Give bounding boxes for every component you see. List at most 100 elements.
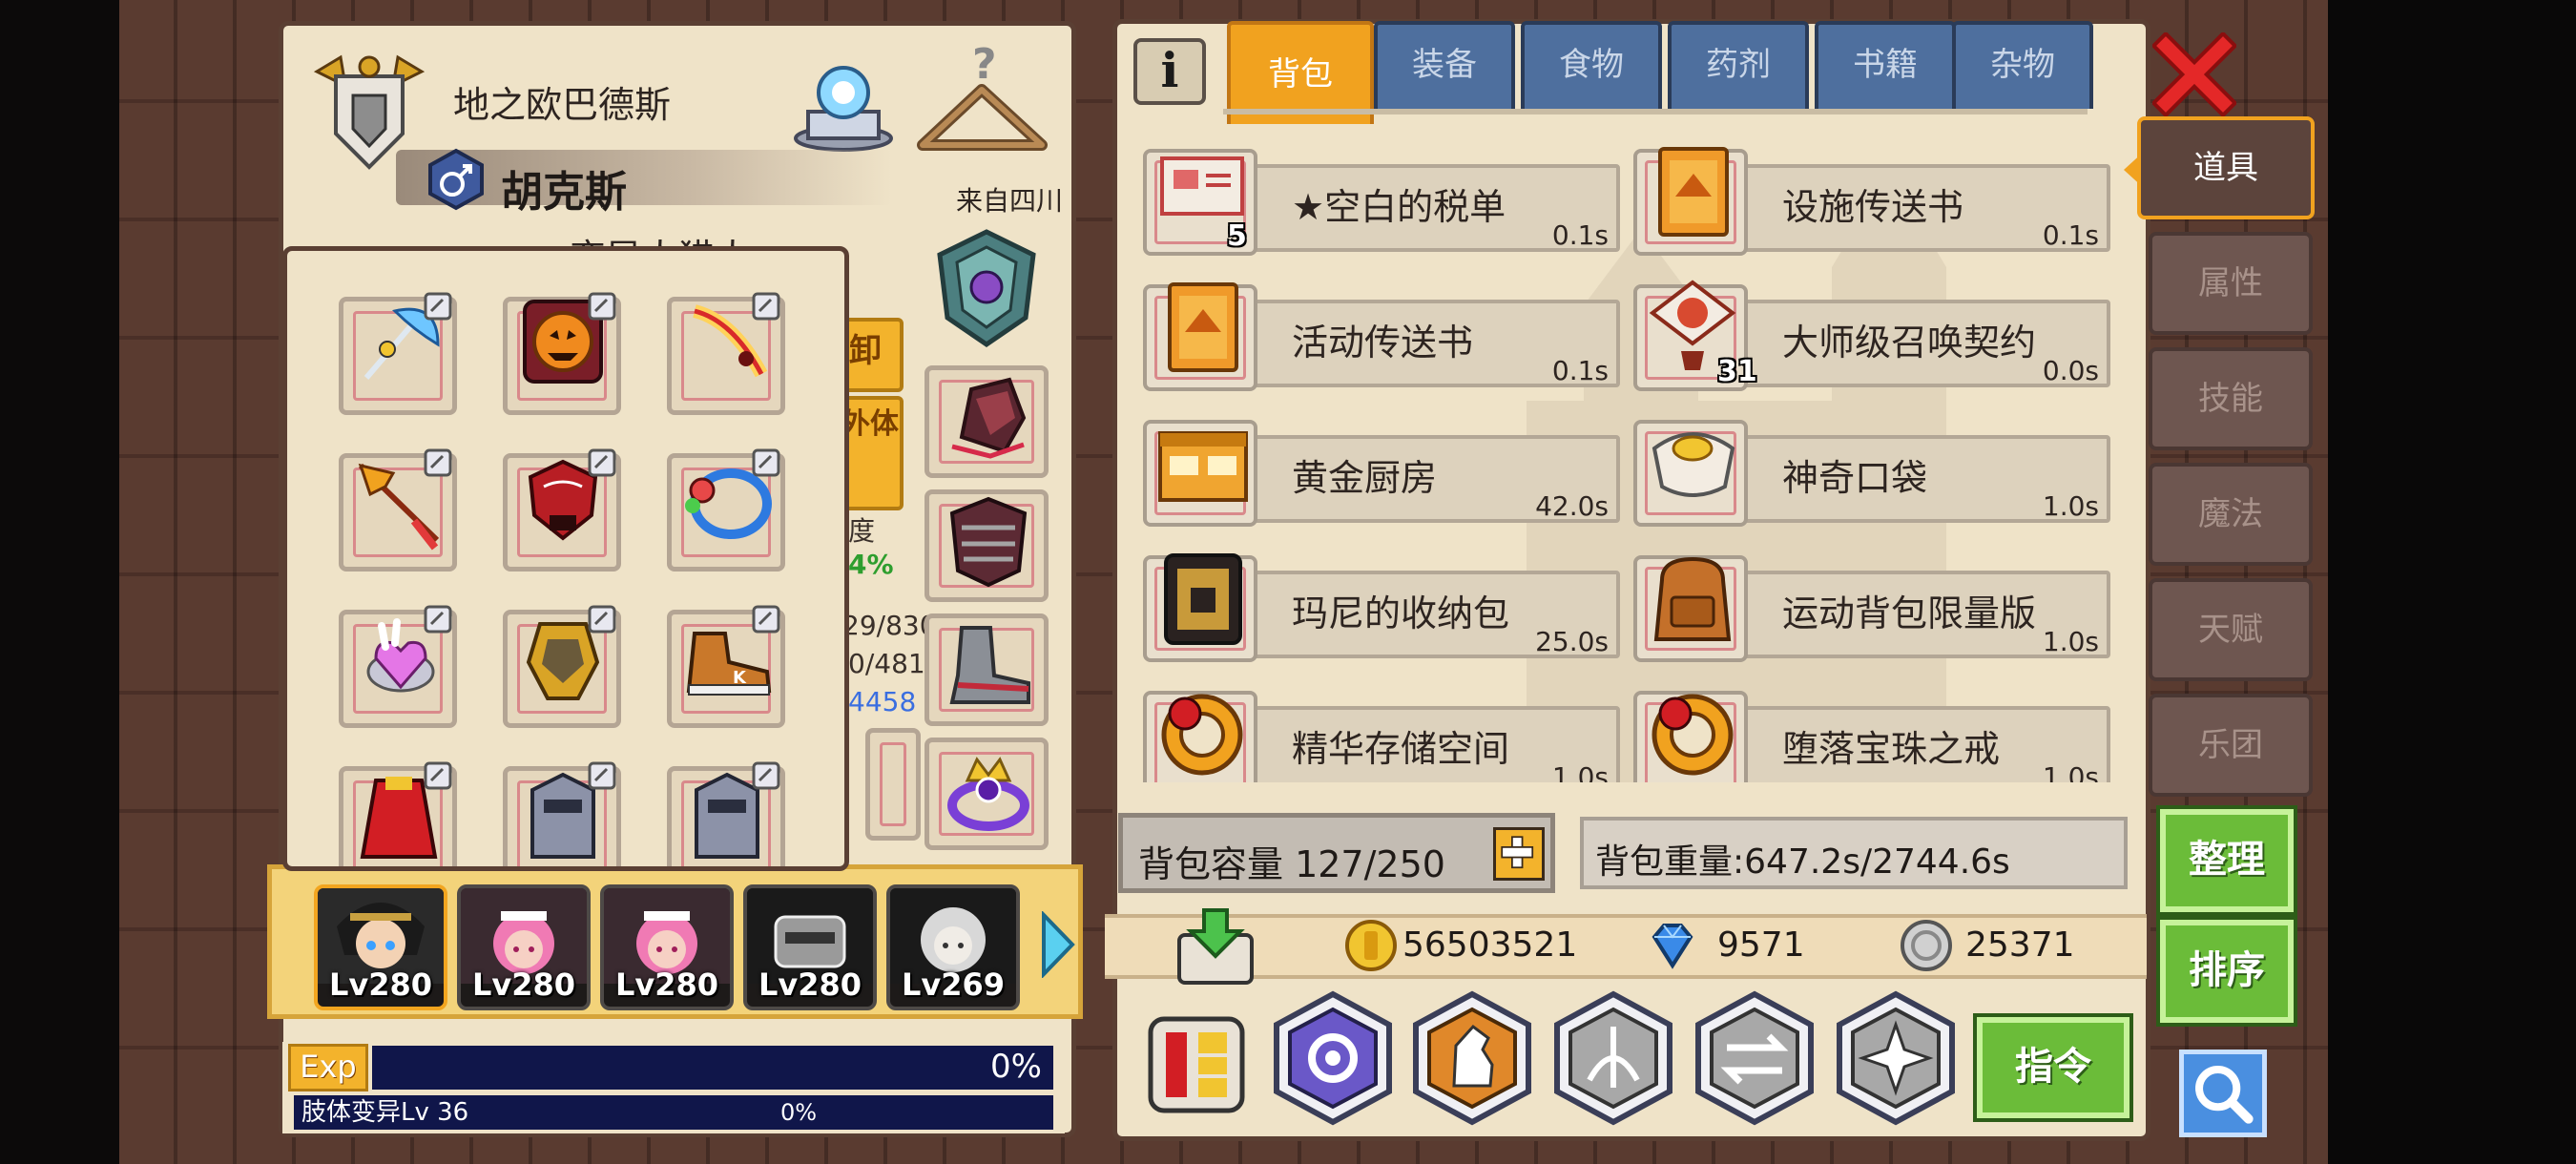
inventory-item[interactable]: 设施传送书 0.1s [1626,143,2122,263]
side-tab-2[interactable]: 技能 [2149,347,2313,450]
swap-skill-icon[interactable] [1689,988,1820,1128]
side-tab-4[interactable]: 天赋 [2149,578,2313,681]
tab-strip-divider [1223,109,2088,114]
lock-badge-icon [424,292,452,321]
item-slot [1633,147,1748,256]
equip-slot-gloves[interactable] [924,365,1049,478]
tab-3[interactable]: 药剂 [1668,21,1809,109]
male-gender-icon [428,148,484,211]
item-count: 31 [1717,355,1757,388]
weight-box: 背包重量:647.2s/2744.6s [1580,817,2128,889]
side-tab-5[interactable]: 乐团 [2149,694,2313,797]
item-slot [1143,553,1257,662]
sort-button[interactable]: 排序 [2156,916,2297,1027]
tab-4[interactable]: 书籍 [1815,21,1956,109]
stat-percent: 4% [848,549,894,580]
inventory-item[interactable]: 玛尼的收纳包 25.0s [1135,550,1631,670]
party-member-portrait[interactable]: Lv280 [743,884,877,1010]
party-member-portrait[interactable]: Lv269 [886,884,1020,1010]
command-button[interactable]: 指令 [1973,1013,2133,1122]
inventory-item[interactable]: 精华存储空间 1.0s [1135,685,1631,782]
shield-crest-icon[interactable] [930,226,1043,350]
fallen-orb-ring-icon [1652,694,1734,776]
search-button[interactable] [2179,1050,2267,1137]
side-tab-3[interactable]: 魔法 [2149,463,2313,566]
plus-icon [1501,836,1534,869]
knight-skill-icon[interactable] [1406,988,1538,1128]
item-name: 玛尼的收纳包 [1292,592,1510,634]
item-weight: 1.0s [1551,761,1609,782]
tab-5[interactable]: 杂物 [1952,21,2093,109]
arrow-right-icon[interactable] [1038,911,1076,978]
svg-text:?: ? [972,40,997,89]
equip-slot-boots[interactable] [924,613,1049,726]
tab-1[interactable]: 装备 [1374,21,1515,109]
exp-bar: 0% [372,1046,1053,1090]
party-member-level: Lv280 [471,967,576,1003]
exp-percent: 0% [990,1048,1042,1086]
gold-amount: 56503521 [1402,925,1578,965]
close-icon[interactable] [2152,32,2236,116]
store-download-icon[interactable] [1172,906,1259,988]
organize-button[interactable]: 整理 [2156,805,2297,916]
hanger-icon[interactable]: ? [913,40,1051,164]
inventory-item[interactable]: 31 大师级召唤契约 0.0s [1626,279,2122,399]
cog-skill-icon[interactable] [1267,988,1399,1128]
equip-item-red-cape[interactable] [339,761,457,866]
inventory-item[interactable]: 活动传送书 0.1s [1135,279,1631,399]
hero-name: 胡克斯 [501,168,627,217]
lock-badge-icon [752,448,780,477]
inventory-item[interactable]: 黄金厨房 42.0s [1135,414,1631,534]
inventory-item[interactable]: 神奇口袋 1.0s [1626,414,2122,534]
item-weight: 0.1s [1551,355,1609,386]
party-member-level: Lv280 [758,967,862,1003]
item-name: 神奇口袋 [1782,457,1928,499]
teleport-orb-icon[interactable] [789,45,899,159]
equip-slot-armor[interactable] [924,489,1049,602]
inventory-item[interactable]: 堕落宝珠之戒 1.0s [1626,685,2122,782]
hidden-slot[interactable] [865,728,921,841]
party-member-portrait[interactable]: Lv280 [457,884,591,1010]
item-slot [1143,691,1257,782]
silver-amount: 25371 [1965,925,2075,965]
equip-item-golden-gauntlet[interactable] [503,605,621,728]
equip-item-sneaker[interactable]: K [667,605,785,728]
inventory-item[interactable]: 5 ★空白的税单 0.1s [1135,143,1631,263]
side-tab-1[interactable]: 属性 [2149,232,2313,335]
equip-item-dragon-amulet[interactable] [503,448,621,572]
svg-text:K: K [733,668,747,688]
info-icon: i [1160,42,1179,98]
bow-skill-icon[interactable] [1548,988,1679,1128]
equip-item-pumpkin-shield[interactable] [503,292,621,415]
tab-2[interactable]: 食物 [1521,21,1662,109]
expand-capacity-button[interactable] [1493,827,1545,881]
side-tab-0[interactable]: 道具 [2137,116,2315,219]
magic-pocket-icon [1652,432,1735,497]
equip-item-robot-helm-2[interactable] [667,761,785,866]
equip-item-blue-ring[interactable] [667,448,785,572]
lock-badge-icon [588,761,616,790]
hero-origin: 来自四川 [956,185,1064,217]
party-member-portrait[interactable]: Lv280 [600,884,734,1010]
equip-item-axe[interactable] [339,292,457,415]
info-button[interactable]: i [1133,38,1206,105]
equip-item-spear[interactable] [339,448,457,572]
item-slot [1143,282,1257,391]
stat-power: 4458 [848,686,917,717]
shuriken-skill-icon[interactable] [1830,988,1962,1128]
gold-coin-icon [1345,920,1397,971]
mutation-bar: 肢体变异Lv 36 0% [294,1095,1053,1130]
hotkey-123-icon[interactable] [1145,1013,1248,1116]
storage-bag-icon [1164,553,1242,645]
inventory-item[interactable]: 运动背包限量版 1.0s [1626,550,2122,670]
equip-slot-ring[interactable] [924,738,1049,850]
sport-backpack-icon [1653,556,1732,641]
essence-ring-icon [1161,694,1243,776]
party-member-level: Lv280 [614,967,719,1003]
equip-item-heart-charm[interactable] [339,605,457,728]
party-member-portrait[interactable]: Lv280 [314,884,447,1010]
equip-item-flame-blade[interactable] [667,292,785,415]
item-weight: 0.0s [2042,355,2099,386]
experience-area: Exp 0% 肢体变异Lv 36 0% [282,1042,1065,1133]
equip-item-robot-helm[interactable] [503,761,621,866]
